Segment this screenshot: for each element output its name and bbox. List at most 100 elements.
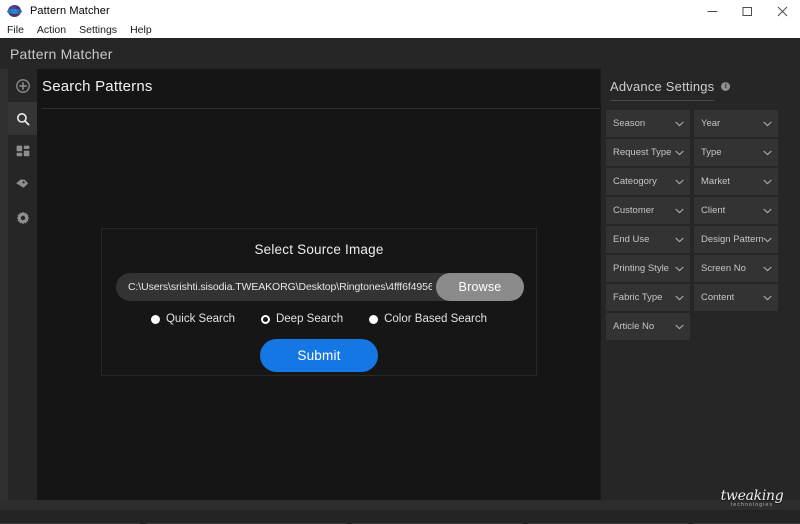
radio-option-quick-search[interactable]: Quick Search bbox=[150, 313, 235, 325]
radio-indicator-selected bbox=[260, 314, 270, 324]
sidebar-item-add[interactable] bbox=[8, 69, 37, 102]
dropdown-market[interactable]: Market bbox=[694, 168, 778, 195]
chevron-down-icon bbox=[675, 266, 684, 272]
app-logo-icon bbox=[7, 3, 23, 19]
chevron-down-icon bbox=[675, 208, 684, 214]
dropdown-label: Screen No bbox=[701, 263, 746, 274]
radio-indicator bbox=[369, 314, 379, 324]
application-window: Pattern Matcher File Action Settings Hel… bbox=[0, 0, 800, 524]
menu-item-help[interactable]: Help bbox=[130, 22, 152, 38]
app-header-title: Pattern Matcher bbox=[10, 45, 113, 62]
sidebar-item-dashboard[interactable] bbox=[8, 135, 37, 168]
dropdown-screen-no[interactable]: Screen No bbox=[694, 255, 778, 282]
chevron-down-icon bbox=[675, 324, 684, 330]
info-icon[interactable]: i bbox=[721, 82, 731, 91]
submit-button[interactable]: Submit bbox=[260, 339, 378, 372]
sidebar-item-settings[interactable] bbox=[8, 201, 37, 234]
window-controls bbox=[695, 0, 800, 22]
chevron-down-icon bbox=[675, 121, 684, 127]
dropdown-year[interactable]: Year bbox=[694, 110, 778, 137]
window-title: Pattern Matcher bbox=[30, 5, 110, 17]
chevron-down-icon bbox=[675, 150, 684, 156]
chevron-down-icon bbox=[763, 179, 772, 185]
menu-item-settings[interactable]: Settings bbox=[79, 22, 117, 38]
advance-settings-header: Advance Settings i bbox=[610, 79, 731, 94]
minimize-button[interactable] bbox=[695, 0, 730, 22]
maximize-button[interactable] bbox=[730, 0, 765, 22]
desktop-taskbar-strip bbox=[0, 510, 800, 524]
menu-item-action[interactable]: Action bbox=[37, 22, 66, 38]
chevron-down-icon bbox=[675, 237, 684, 243]
menu-bar: File Action Settings Help bbox=[0, 22, 800, 38]
radio-label: Quick Search bbox=[165, 313, 235, 325]
maximize-icon bbox=[742, 6, 752, 16]
left-edge-rail bbox=[0, 69, 8, 500]
radio-option-deep-search[interactable]: Deep Search bbox=[260, 313, 344, 325]
chevron-down-icon bbox=[763, 121, 772, 127]
chevron-down-icon bbox=[763, 295, 772, 301]
dropdown-type[interactable]: Type bbox=[694, 139, 778, 166]
dropdown-label: Cateogory bbox=[613, 176, 657, 187]
radio-label: Color Based Search bbox=[384, 313, 488, 325]
source-path-row: Browse bbox=[116, 273, 524, 301]
dropdown-end-use[interactable]: End Use bbox=[606, 226, 690, 253]
radio-label: Deep Search bbox=[275, 313, 344, 325]
sidebar-item-search[interactable] bbox=[8, 102, 37, 135]
radio-option-color-based-search[interactable]: Color Based Search bbox=[369, 313, 487, 325]
dropdown-label: Printing Style bbox=[613, 263, 669, 274]
dropdown-request-type[interactable]: Request Type bbox=[606, 139, 690, 166]
dropdown-label: Market bbox=[701, 176, 731, 187]
dropdown-label: Customer bbox=[613, 205, 655, 216]
plus-circle-icon bbox=[15, 78, 30, 93]
left-edge-rail-bottom bbox=[0, 500, 8, 510]
advance-settings-title: Advance Settings bbox=[610, 79, 715, 94]
dropdown-label: Client bbox=[701, 205, 726, 216]
search-mode-radio-group: Quick Search Deep Search Color Based Sea… bbox=[102, 313, 536, 325]
chevron-down-icon bbox=[763, 266, 772, 272]
browse-button[interactable]: Browse bbox=[436, 273, 524, 301]
tag-icon bbox=[16, 179, 29, 188]
close-button[interactable] bbox=[765, 0, 800, 22]
dropdown-printing-style[interactable]: Printing Style bbox=[606, 255, 690, 282]
page-title: Search Patterns bbox=[42, 78, 153, 95]
app-header: Pattern Matcher bbox=[0, 38, 800, 69]
close-icon bbox=[777, 6, 788, 16]
dropdown-cateogory[interactable]: Cateogory bbox=[606, 168, 690, 195]
dropdown-label: Design Pattern bbox=[701, 234, 763, 245]
grid-icon bbox=[16, 145, 29, 156]
search-icon bbox=[16, 112, 29, 125]
dropdown-client[interactable]: Client bbox=[694, 197, 778, 224]
dropdown-label: Type bbox=[701, 147, 722, 158]
gear-icon bbox=[16, 211, 29, 224]
title-bar: Pattern Matcher bbox=[0, 0, 800, 22]
dropdown-customer[interactable]: Customer bbox=[606, 197, 690, 224]
dropdown-label: Season bbox=[613, 118, 646, 129]
dropdown-label: Request Type bbox=[613, 147, 672, 158]
dropdown-fabric-type[interactable]: Fabric Type bbox=[606, 284, 690, 311]
chevron-down-icon bbox=[763, 208, 772, 214]
dropdown-label: Year bbox=[701, 118, 721, 129]
sidebar-nav bbox=[8, 69, 37, 510]
dropdown-season[interactable]: Season bbox=[606, 110, 690, 137]
advance-settings-dropdowns: Season Year Request Type Type Cateogory … bbox=[606, 110, 778, 340]
advance-settings-panel: Advance Settings i Season Year Request T… bbox=[600, 69, 800, 510]
chevron-down-icon bbox=[675, 179, 684, 185]
dropdown-label: Fabric Type bbox=[613, 292, 663, 303]
sidebar-item-tags[interactable] bbox=[8, 168, 37, 201]
chevron-down-icon bbox=[675, 295, 684, 301]
minimize-icon bbox=[707, 10, 718, 12]
dropdown-design-pattern[interactable]: Design Pattern bbox=[694, 226, 778, 253]
status-bar bbox=[8, 500, 800, 510]
dropdown-label: Content bbox=[701, 292, 735, 303]
dropdown-content[interactable]: Content bbox=[694, 284, 778, 311]
submit-row: Submit bbox=[102, 339, 536, 372]
dropdown-article-no[interactable]: Article No bbox=[606, 313, 690, 340]
radio-indicator bbox=[150, 314, 160, 324]
chevron-down-icon bbox=[763, 150, 772, 156]
menu-item-file[interactable]: File bbox=[7, 22, 24, 38]
dropdown-label: End Use bbox=[613, 234, 650, 245]
chevron-down-icon bbox=[763, 237, 772, 243]
header-divider bbox=[42, 108, 600, 109]
advance-settings-underline bbox=[610, 100, 714, 101]
dropdown-label: Article No bbox=[613, 321, 655, 332]
